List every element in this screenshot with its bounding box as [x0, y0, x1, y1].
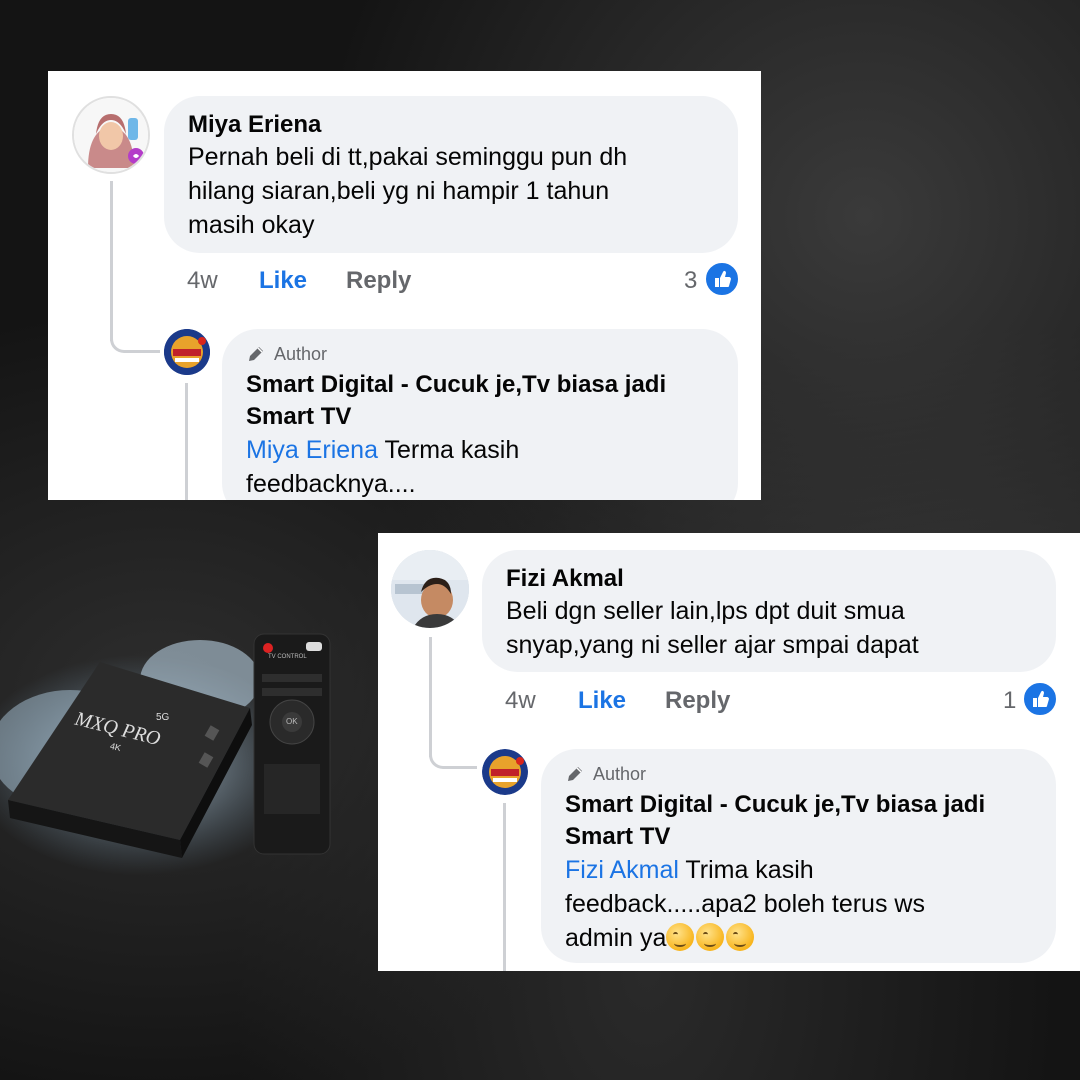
reply-text-line: Fizi Akmal Trima kasih — [565, 853, 1032, 887]
comment-card-2: Fizi Akmal Beli dgn seller lain,lps dpt … — [378, 533, 1080, 971]
smirk-emoji-icon — [696, 923, 725, 951]
reply-page-name[interactable]: Smart Digital - Cucuk je,Tv biasa jadi — [246, 369, 714, 401]
thread-line-curve — [429, 755, 477, 769]
reply-text-line: Miya Eriena Terma kasih — [246, 433, 714, 467]
smirk-emoji-icon — [726, 923, 755, 951]
comment-time[interactable]: 4w — [187, 267, 218, 295]
reply-bubble: Author Smart Digital - Cucuk je,Tv biasa… — [222, 329, 738, 500]
reply-button[interactable]: Reply — [665, 687, 730, 715]
reply-page-name[interactable]: Smart TV — [246, 401, 714, 433]
comment-bubble: Miya Eriena Pernah beli di tt,pakai semi… — [164, 96, 738, 253]
comment-text-line: hilang siaran,beli yg ni hampir 1 tahun — [188, 177, 610, 205]
like-button[interactable]: Like — [578, 687, 626, 715]
reply-button[interactable]: Reply — [346, 267, 411, 295]
like-button[interactable]: Like — [259, 267, 307, 295]
avatar-smart-digital[interactable] — [482, 749, 528, 795]
like-reaction-icon — [704, 261, 740, 297]
like-reaction-icon — [1022, 681, 1058, 717]
remote-label: TV CONTROL — [268, 654, 307, 660]
reply-text: Terma kasih — [384, 436, 520, 464]
comment-bubble: Fizi Akmal Beli dgn seller lain,lps dpt … — [482, 550, 1056, 672]
thread-line — [429, 637, 432, 757]
thread-line — [110, 181, 113, 341]
reply-text-line: feedback.....apa2 boleh terus ws — [565, 890, 925, 918]
commenter-name[interactable]: Fizi Akmal — [506, 564, 1032, 594]
avatar-fizi-akmal[interactable] — [391, 550, 469, 628]
reply-text-line: admin ya — [565, 921, 1032, 955]
thread-line — [185, 383, 188, 500]
comment-card-1: Miya Eriena Pernah beli di tt,pakai semi… — [48, 71, 761, 500]
author-badge: Author — [565, 763, 1032, 785]
mention-link[interactable]: Fizi Akmal — [565, 856, 679, 884]
pencil-icon — [568, 767, 582, 781]
smirk-emoji-icon — [666, 923, 695, 951]
comment-text-line: Beli dgn seller lain,lps dpt duit smua — [506, 597, 905, 625]
reply-page-name[interactable]: Smart Digital - Cucuk je,Tv biasa jadi — [565, 789, 1032, 821]
reaction-count[interactable]: 1 — [1003, 687, 1016, 715]
author-badge: Author — [246, 343, 714, 365]
page-logo — [482, 749, 528, 795]
comment-text-line: masih okay — [188, 211, 315, 239]
page-logo — [164, 329, 210, 375]
thread-line-curve — [110, 339, 160, 353]
tv-box-illustration — [0, 633, 331, 875]
reply-text: admin ya — [565, 924, 667, 952]
remote-ok-label: OK — [286, 717, 298, 726]
reaction-count[interactable]: 3 — [684, 267, 697, 295]
avatar-miya-eriena[interactable] — [72, 96, 150, 174]
avatar-image — [391, 550, 469, 628]
pencil-icon — [249, 347, 263, 361]
thread-line — [503, 803, 506, 971]
product-image: MXQ PRO 5G 4K TV CONTROL OK — [0, 600, 380, 900]
mention-link[interactable]: Miya Eriena — [246, 436, 378, 464]
avatar-image — [74, 98, 148, 172]
avatar-smart-digital[interactable] — [164, 329, 210, 375]
author-badge-label: Author — [593, 764, 647, 784]
reply-text: Trima kasih — [685, 856, 814, 884]
product-5g-tag: 5G — [156, 712, 170, 723]
comment-text-line: Pernah beli di tt,pakai seminggu pun dh — [188, 143, 628, 171]
reply-page-name[interactable]: Smart TV — [565, 821, 1032, 853]
comment-text-line: snyap,yang ni seller ajar smpai dapat — [506, 631, 919, 659]
commenter-name[interactable]: Miya Eriena — [188, 110, 714, 140]
author-badge-label: Author — [274, 344, 328, 364]
reply-bubble: Author Smart Digital - Cucuk je,Tv biasa… — [541, 749, 1056, 963]
reply-text-line: feedbacknya.... — [246, 470, 416, 498]
comment-time[interactable]: 4w — [505, 687, 536, 715]
